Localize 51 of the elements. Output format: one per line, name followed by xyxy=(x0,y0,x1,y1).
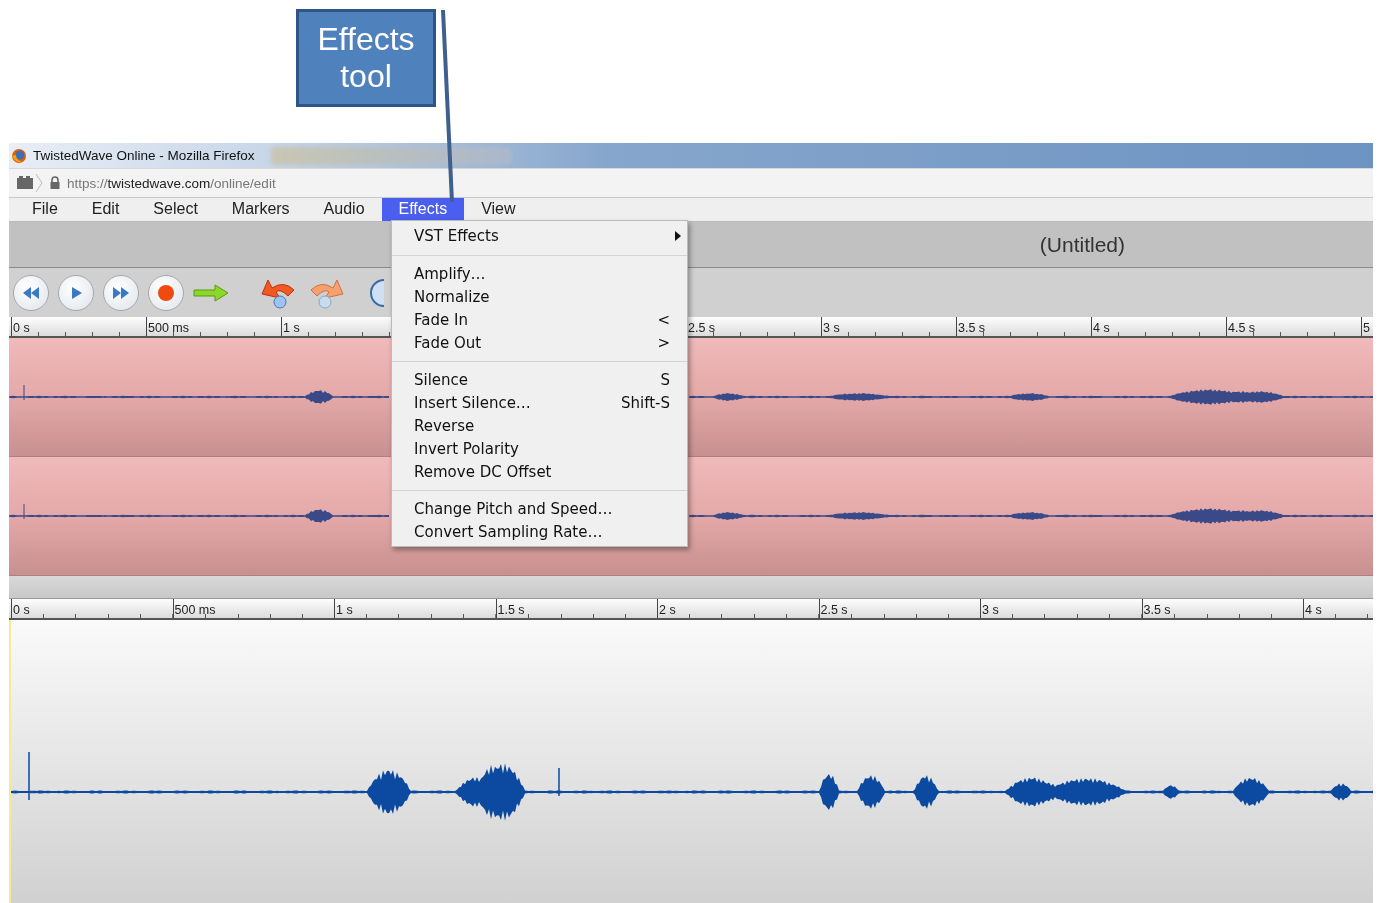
menu-item[interactable]: Select xyxy=(136,198,215,221)
menu-item[interactable]: File xyxy=(15,198,75,221)
ruler-label: 500 ms xyxy=(147,320,189,336)
menu-entry[interactable]: Remove DC Offset xyxy=(392,460,687,483)
ruler-label: 3 s xyxy=(981,602,999,618)
ruler-label: 0 s xyxy=(12,320,30,336)
ruler-label: 0 s xyxy=(12,602,30,618)
ruler-label: 2.5 s xyxy=(687,320,716,336)
waveform-view[interactable] xyxy=(9,620,1373,903)
menu-item[interactable]: Audio xyxy=(306,198,382,221)
ruler-label: 3.5 s xyxy=(1142,602,1171,618)
ruler-label: 1 s xyxy=(282,320,300,336)
lock-icon xyxy=(49,176,61,190)
ruler-label: 1.5 s xyxy=(496,602,525,618)
ruler-label: 2 s xyxy=(658,602,676,618)
menu-item[interactable]: Markers xyxy=(214,198,307,221)
menu-entry[interactable]: Amplify… xyxy=(392,262,687,286)
ruler-label: 4 s xyxy=(1092,320,1110,336)
ruler-label: 5 xyxy=(1362,320,1370,336)
menu-item[interactable]: Effects xyxy=(381,198,465,221)
menu-entry[interactable]: Invert Polarity xyxy=(392,437,687,461)
rewind-icon xyxy=(21,284,41,301)
ruler-label: 4.5 s xyxy=(1227,320,1256,336)
menu-entry[interactable]: Normalize xyxy=(392,285,687,309)
play-button[interactable] xyxy=(58,274,94,311)
ruler-label: 1 s xyxy=(335,602,353,618)
rewind-button[interactable] xyxy=(13,274,49,311)
callout-box: Effects tool xyxy=(296,9,436,107)
browser-logo-icon xyxy=(11,147,27,164)
fast-forward-icon xyxy=(111,284,131,301)
ruler-label: 2.5 s xyxy=(819,602,848,618)
document-title: (Untitled) xyxy=(1039,232,1125,257)
record-icon xyxy=(157,283,175,302)
url-text[interactable]: https://twistedwave.com/online/edit xyxy=(67,175,276,191)
record-button[interactable] xyxy=(148,274,184,311)
menu-entry[interactable]: Silence S xyxy=(392,369,687,392)
menu-entry[interactable]: Insert Silence… Shift-S xyxy=(392,391,687,415)
window-title: TwistedWave Online - Mozilla Firefox xyxy=(33,148,255,163)
menu-entry[interactable]: Change Pitch and Speed… xyxy=(392,497,687,521)
menu-entry[interactable]: VST Effects xyxy=(392,225,687,248)
menu-item[interactable]: Edit xyxy=(74,198,137,221)
fast-forward-button[interactable] xyxy=(103,274,139,311)
menu-entry[interactable]: Fade Out > xyxy=(392,331,687,354)
menu-entry[interactable]: Convert Sampling Rate… xyxy=(392,520,687,544)
ruler-label: 500 ms xyxy=(173,602,216,618)
menu-item[interactable]: View xyxy=(464,198,533,221)
ruler-label: 3 s xyxy=(822,320,840,336)
ruler-label: 3.5 s xyxy=(957,320,986,336)
menu-entry[interactable]: Fade In < xyxy=(392,308,687,332)
menu-entry[interactable]: Reverse xyxy=(392,414,687,438)
ruler-label: 4 s xyxy=(1304,602,1322,618)
